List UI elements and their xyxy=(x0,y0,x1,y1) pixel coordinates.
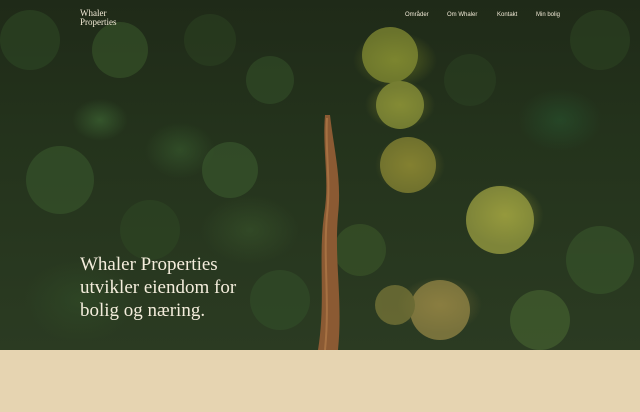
headline-line-3: bolig og næring. xyxy=(80,300,206,321)
hero-headline: Whaler Properties utvikler eiendom for b… xyxy=(80,253,310,322)
logo-line-2: Properties xyxy=(80,17,117,27)
nav-link-om-whaler[interactable]: Om Whaler xyxy=(447,12,487,18)
hero-section: Whaler Properties Områder Om Whaler Kont… xyxy=(0,0,640,350)
nav-link-kontakt[interactable]: Kontakt xyxy=(497,12,537,18)
nav-link-min-bolig[interactable]: Min bolig xyxy=(536,12,576,18)
headline-line-1: Whaler Properties xyxy=(80,254,218,275)
content-band xyxy=(0,350,640,412)
nav-link-omrader[interactable]: Områder xyxy=(405,12,445,18)
headline-line-2: utvikler eiendom for xyxy=(80,277,237,298)
brand-logo[interactable]: Whaler Properties xyxy=(80,9,140,27)
